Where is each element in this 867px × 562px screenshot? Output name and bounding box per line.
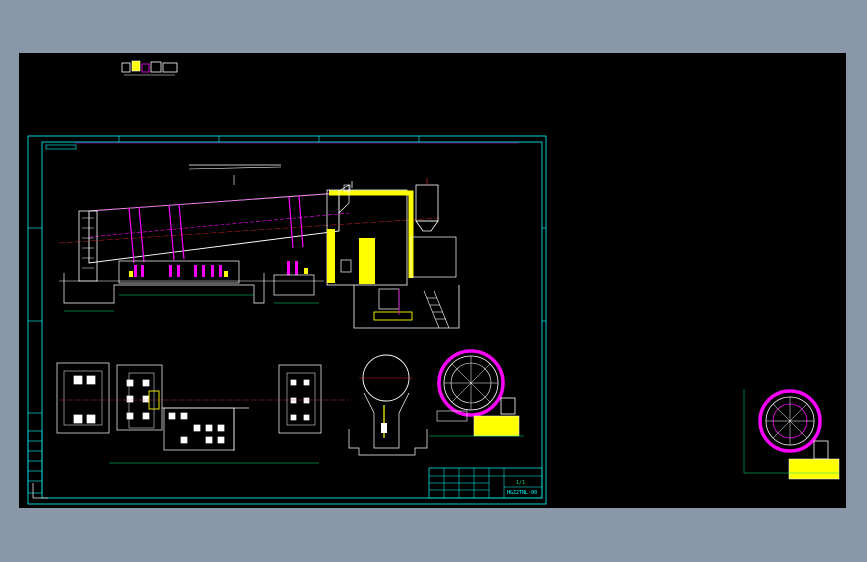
sheet-inner-frame bbox=[41, 141, 543, 499]
kiln-elevation-view bbox=[58, 142, 519, 312]
drawing-code: HGZ2TNL-00 bbox=[507, 490, 537, 496]
drawing-legend-icon bbox=[121, 60, 178, 76]
revision-table bbox=[27, 430, 43, 494]
cad-drawing: 1/1 HGZ2TNL-00 bbox=[27, 60, 840, 505]
ucs-icon bbox=[32, 483, 48, 499]
foundation-plan-views bbox=[56, 362, 322, 464]
cad-model-viewport[interactable]: 1/1 HGZ2TNL-00 bbox=[19, 53, 846, 508]
title-block: 1/1 HGZ2TNL-00 bbox=[428, 467, 543, 499]
girth-gear-view bbox=[429, 349, 524, 437]
sheet-outer-frame bbox=[27, 135, 547, 505]
feed-end-housing bbox=[326, 178, 460, 329]
kiln-cross-section bbox=[348, 354, 428, 456]
sheet-number: 1/1 bbox=[516, 480, 525, 486]
gear-detail-view bbox=[743, 389, 840, 480]
